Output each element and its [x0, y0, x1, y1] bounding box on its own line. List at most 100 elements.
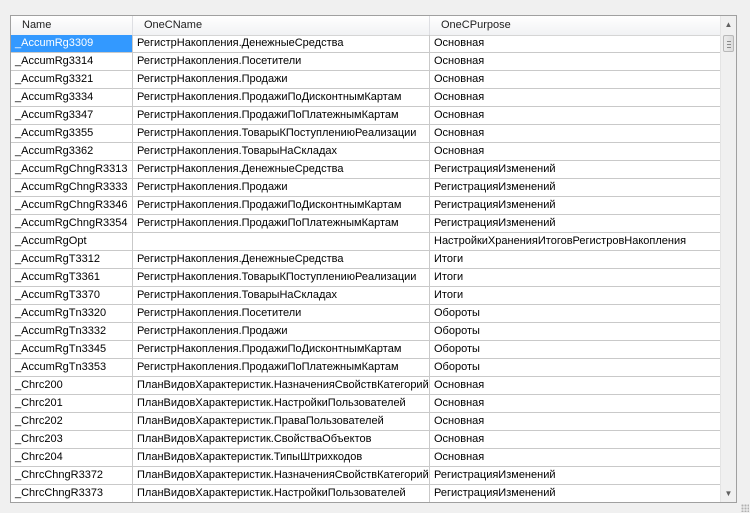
cell-name[interactable]: _AccumRg3334 — [11, 89, 133, 107]
table-row[interactable]: _AccumRgT3312 РегистрНакопления.ДенежныеС… — [11, 251, 724, 269]
cell-name[interactable]: _AccumRgTn3353 — [11, 359, 133, 377]
cell-name[interactable]: _AccumRgT3370 — [11, 287, 133, 305]
cell-onecname[interactable]: ПланВидовХарактеристик.НазначенияСвойств… — [133, 377, 430, 395]
cell-onecpurpose[interactable]: Итоги — [430, 287, 723, 305]
table-row[interactable]: _AccumRg3334 РегистрНакопления.ПродажиПоД… — [11, 89, 724, 107]
cell-onecname[interactable]: РегистрНакопления.ДенежныеСредства — [133, 35, 430, 53]
cell-onecname[interactable]: РегистрНакопления.Посетители — [133, 53, 430, 71]
cell-onecname[interactable]: РегистрНакопления.ДенежныеСредства — [133, 161, 430, 179]
cell-onecpurpose[interactable]: РегистрацияИзменений — [430, 161, 723, 179]
cell-onecpurpose[interactable]: Основная — [430, 377, 723, 395]
cell-onecname[interactable]: РегистрНакопления.ДенежныеСредства — [133, 251, 430, 269]
scroll-up-arrow-icon[interactable]: ▲ — [721, 16, 736, 33]
cell-onecname[interactable]: РегистрНакопления.ПродажиПоПлатежнымКарт… — [133, 215, 430, 233]
table-row[interactable]: _AccumRgT3370 РегистрНакопления.ТоварыНаС… — [11, 287, 724, 305]
table-row[interactable]: _AccumRg3309 РегистрНакопления.ДенежныеСр… — [11, 35, 724, 53]
cell-onecname[interactable]: РегистрНакопления.ПродажиПоПлатежнымКарт… — [133, 359, 430, 377]
cell-onecpurpose[interactable]: Обороты — [430, 305, 723, 323]
cell-name[interactable]: _AccumRg3355 — [11, 125, 133, 143]
column-header-name[interactable]: Name — [11, 16, 133, 35]
cell-onecpurpose[interactable]: Основная — [430, 143, 723, 161]
table-row[interactable]: _AccumRgChngR3313 РегистрНакопления.Денеж… — [11, 161, 724, 179]
cell-onecpurpose[interactable]: Обороты — [430, 323, 723, 341]
cell-name[interactable]: _AccumRg3321 — [11, 71, 133, 89]
cell-name[interactable]: _AccumRgT3312 — [11, 251, 133, 269]
table-row[interactable]: _Chrc202 ПланВидовХарактеристик.ПраваПоль… — [11, 413, 724, 431]
cell-onecpurpose[interactable]: Основная — [430, 71, 723, 89]
cell-name[interactable]: _ChrcChngR3372 — [11, 467, 133, 485]
cell-name[interactable]: _AccumRgTn3332 — [11, 323, 133, 341]
table-row[interactable]: _AccumRg3347 РегистрНакопления.ПродажиПоП… — [11, 107, 724, 125]
cell-onecname[interactable]: РегистрНакопления.ПродажиПоПлатежнымКарт… — [133, 107, 430, 125]
cell-onecpurpose[interactable]: НастройкиХраненияИтоговРегистровНакоплен… — [430, 233, 723, 251]
cell-name[interactable]: _Chrc204 — [11, 449, 133, 467]
cell-onecname[interactable]: РегистрНакопления.Продажи — [133, 179, 430, 197]
table-row[interactable]: _ChrcChngR3373 ПланВидовХарактеристик.Нас… — [11, 485, 724, 502]
cell-onecpurpose[interactable]: Основная — [430, 431, 723, 449]
cell-name[interactable]: _AccumRgOpt — [11, 233, 133, 251]
cell-onecpurpose[interactable]: РегистрацияИзменений — [430, 179, 723, 197]
table-row[interactable]: _Chrc201 ПланВидовХарактеристик.Настройки… — [11, 395, 724, 413]
table-row[interactable]: _AccumRgTn3320 РегистрНакопления.Посетите… — [11, 305, 724, 323]
cell-name[interactable]: _AccumRg3362 — [11, 143, 133, 161]
cell-onecname[interactable]: РегистрНакопления.ТоварыНаСкладах — [133, 287, 430, 305]
cell-onecpurpose[interactable]: Обороты — [430, 359, 723, 377]
cell-name[interactable]: _AccumRgT3361 — [11, 269, 133, 287]
cell-onecname[interactable]: РегистрНакопления.Продажи — [133, 71, 430, 89]
cell-onecname[interactable]: РегистрНакопления.ТоварыКПоступлениюРеал… — [133, 269, 430, 287]
cell-name[interactable]: _AccumRgChngR3354 — [11, 215, 133, 233]
cell-name[interactable]: _Chrc201 — [11, 395, 133, 413]
cell-onecpurpose[interactable]: Основная — [430, 53, 723, 71]
cell-name[interactable]: _Chrc202 — [11, 413, 133, 431]
table-row[interactable]: _AccumRgChngR3354 РегистрНакопления.Прода… — [11, 215, 724, 233]
table-row[interactable]: _Chrc200 ПланВидовХарактеристик.Назначени… — [11, 377, 724, 395]
cell-onecname[interactable]: РегистрНакопления.ПродажиПоДисконтнымКар… — [133, 89, 430, 107]
cell-onecname[interactable]: ПланВидовХарактеристик.НастройкиПользова… — [133, 395, 430, 413]
cell-onecpurpose[interactable]: Обороты — [430, 341, 723, 359]
cell-name[interactable]: _Chrc200 — [11, 377, 133, 395]
table-row[interactable]: _AccumRgTn3345 РегистрНакопления.ПродажиП… — [11, 341, 724, 359]
table-row[interactable]: _AccumRgChngR3346 РегистрНакопления.Прода… — [11, 197, 724, 215]
table-row[interactable]: _ChrcChngR3372 ПланВидовХарактеристик.Наз… — [11, 467, 724, 485]
cell-onecpurpose[interactable]: Основная — [430, 35, 723, 53]
resize-grip-icon[interactable] — [741, 504, 749, 512]
cell-name[interactable]: _AccumRg3314 — [11, 53, 133, 71]
table-row[interactable]: _AccumRgChngR3333 РегистрНакопления.Прода… — [11, 179, 724, 197]
cell-onecpurpose[interactable]: Основная — [430, 395, 723, 413]
cell-onecname[interactable]: ПланВидовХарактеристик.ПраваПользователе… — [133, 413, 430, 431]
table-row[interactable]: _AccumRgTn3353 РегистрНакопления.ПродажиП… — [11, 359, 724, 377]
cell-name[interactable]: _Chrc203 — [11, 431, 133, 449]
cell-onecpurpose[interactable]: Основная — [430, 413, 723, 431]
cell-onecpurpose[interactable]: Основная — [430, 107, 723, 125]
table-row[interactable]: _AccumRgT3361 РегистрНакопления.ТоварыКПо… — [11, 269, 724, 287]
cell-onecpurpose[interactable]: РегистрацияИзменений — [430, 197, 723, 215]
cell-onecname[interactable]: ПланВидовХарактеристик.СвойстваОбъектов — [133, 431, 430, 449]
cell-name[interactable]: _AccumRgChngR3333 — [11, 179, 133, 197]
cell-onecpurpose[interactable]: РегистрацияИзменений — [430, 467, 723, 485]
scrollbar-thumb[interactable] — [723, 35, 734, 52]
table-row[interactable]: _Chrc203 ПланВидовХарактеристик.СвойстваО… — [11, 431, 724, 449]
cell-onecpurpose[interactable]: РегистрацияИзменений — [430, 215, 723, 233]
cell-onecname[interactable]: РегистрНакопления.ТоварыНаСкладах — [133, 143, 430, 161]
cell-onecname[interactable]: ПланВидовХарактеристик.НазначенияСвойств… — [133, 467, 430, 485]
cell-name[interactable]: _AccumRg3347 — [11, 107, 133, 125]
cell-name[interactable]: _AccumRgChngR3346 — [11, 197, 133, 215]
cell-onecname[interactable] — [133, 233, 430, 251]
table-row[interactable]: _Chrc204 ПланВидовХарактеристик.ТипыШтрих… — [11, 449, 724, 467]
cell-name[interactable]: _AccumRgTn3320 — [11, 305, 133, 323]
cell-onecname[interactable]: РегистрНакопления.Посетители — [133, 305, 430, 323]
table-row[interactable]: _AccumRg3321 РегистрНакопления.Продажи Осн… — [11, 71, 724, 89]
table-row[interactable]: _AccumRg3362 РегистрНакопления.ТоварыНаСк… — [11, 143, 724, 161]
table-row[interactable]: _AccumRgTn3332 РегистрНакопления.Продажи О… — [11, 323, 724, 341]
column-header-onecpurpose[interactable]: OneCPurpose — [430, 16, 723, 35]
cell-onecpurpose[interactable]: Основная — [430, 449, 723, 467]
cell-name[interactable]: _ChrcChngR3373 — [11, 485, 133, 502]
cell-onecname[interactable]: РегистрНакопления.Продажи — [133, 323, 430, 341]
data-grid[interactable]: Name OneCName OneCPurpose _AccumRg3309 Ре… — [10, 15, 737, 503]
cell-onecname[interactable]: РегистрНакопления.ПродажиПоДисконтнымКар… — [133, 341, 430, 359]
cell-name[interactable]: _AccumRgTn3345 — [11, 341, 133, 359]
cell-name[interactable]: _AccumRgChngR3313 — [11, 161, 133, 179]
cell-onecpurpose[interactable]: Основная — [430, 125, 723, 143]
cell-onecname[interactable]: ПланВидовХарактеристик.НастройкиПользова… — [133, 485, 430, 502]
cell-onecpurpose[interactable]: Основная — [430, 89, 723, 107]
